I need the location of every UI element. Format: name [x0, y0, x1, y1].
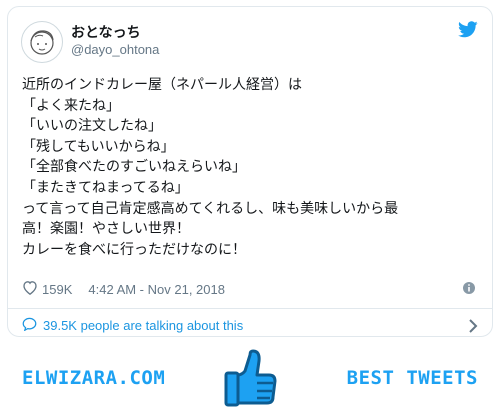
- tweet-line: 高！楽園！やさしい世界！: [22, 221, 190, 238]
- tweet-line: カレーを食べに行っただけなのに！: [22, 241, 246, 258]
- conversation-link[interactable]: 39.5K people are talking about this: [22, 317, 243, 334]
- like-count[interactable]: 159K: [42, 282, 72, 297]
- tweet-line: 「いいの注文したね」: [22, 118, 162, 135]
- best-tweets-label: BEST TWEETS: [346, 367, 478, 389]
- twitter-bird-icon[interactable]: [458, 21, 478, 42]
- info-icon[interactable]: [462, 280, 476, 299]
- thumbs-up-icon: [223, 345, 277, 413]
- timestamp[interactable]: 4:42 AM - Nov 21, 2018: [88, 282, 225, 297]
- conversation-label[interactable]: 39.5K people are talking about this: [43, 318, 243, 333]
- display-name[interactable]: おとなっち: [71, 22, 141, 42]
- tweet-line: 「よく来たね」: [22, 97, 120, 114]
- avatar-sketch: [30, 30, 54, 55]
- divider: [8, 308, 492, 309]
- tweet-line: って言って自己肯定感高めてくれるし、味も美味しいから最: [22, 200, 399, 217]
- tweet-line: 「全部食べたのすごいねえらいね」: [22, 159, 246, 176]
- heart-icon[interactable]: [22, 280, 38, 298]
- tweet-line: 近所のインドカレー屋（ネパール人経営）は: [22, 77, 302, 93]
- tweet-line: 「またきてねまってるね」: [22, 179, 189, 196]
- tweet-meta: 159K 4:42 AM - Nov 21, 2018: [22, 280, 225, 298]
- speech-bubble-icon: [22, 317, 37, 334]
- user-handle[interactable]: @dayo_ohtona: [71, 42, 159, 57]
- tweet-card: おとなっち @dayo_ohtona 近所のインドカレー屋（ネパール人経営）は …: [7, 6, 493, 337]
- tweet-text: 近所のインドカレー屋（ネパール人経営）は 「よく来たね」 「いいの注文したね」 …: [22, 75, 484, 260]
- avatar[interactable]: [21, 21, 63, 63]
- footer-banner: ELWIZARA.COM BEST TWEETS: [0, 341, 500, 413]
- site-name: ELWIZARA.COM: [22, 367, 166, 389]
- chevron-right-icon[interactable]: [468, 318, 478, 337]
- tweet-line: 「残してもいいからね」: [22, 138, 175, 155]
